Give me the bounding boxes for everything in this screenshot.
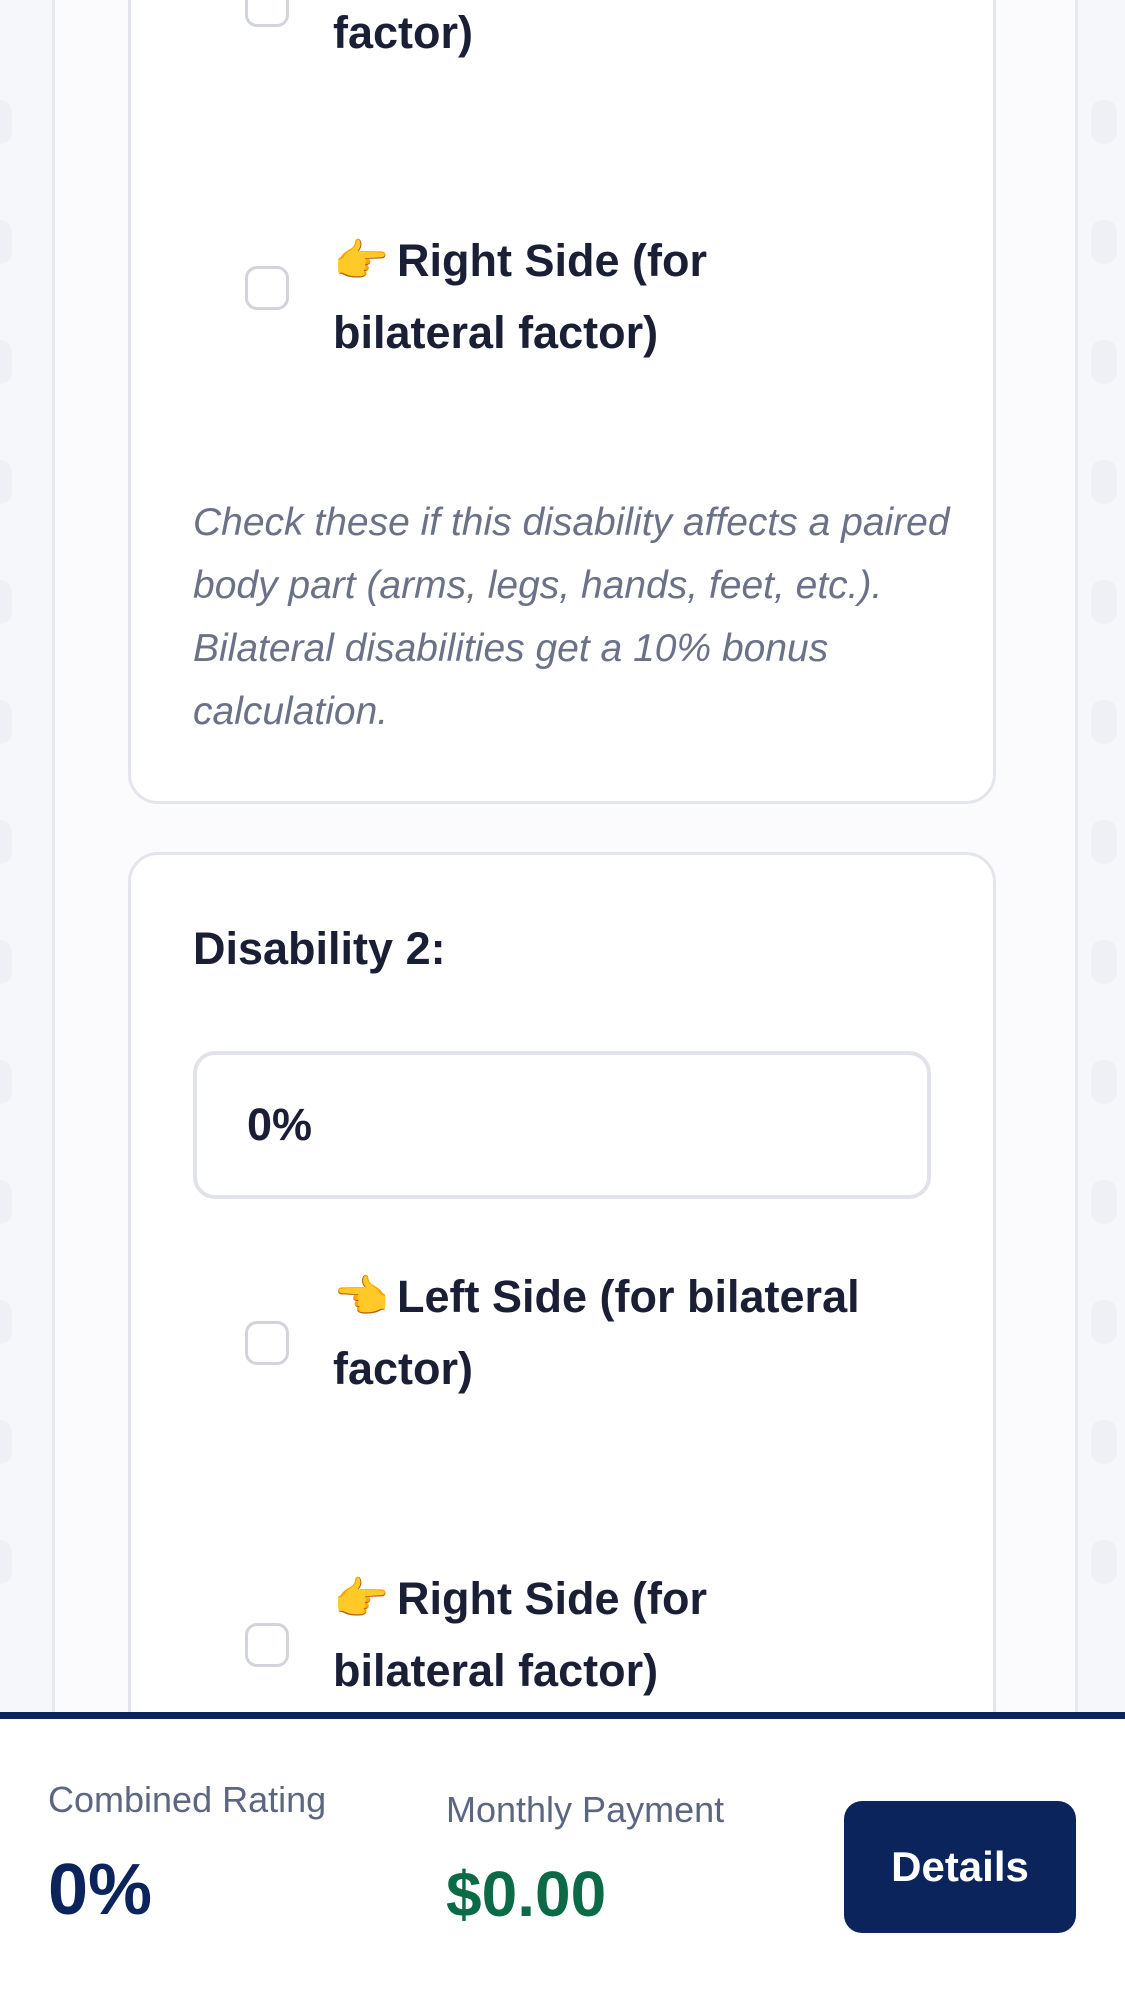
right-side-option-2[interactable]: 👉 Right Side (for bilateral factor) bbox=[245, 1563, 885, 1713]
right-side-option-1[interactable]: 👉 Right Side (for bilateral factor) bbox=[245, 225, 885, 375]
summary-bar: Combined Rating 0% Monthly Payment $0.00… bbox=[0, 1712, 1125, 2001]
right-side-label-2: 👉 Right Side (for bilateral factor) bbox=[333, 1563, 885, 1707]
pointing-right-icon: 👉 bbox=[333, 234, 390, 287]
disability-card-2: Disability 2: 0% 👈 Left Side (for bilater… bbox=[128, 852, 996, 1852]
pointing-left-icon: 👈 bbox=[333, 1270, 390, 1323]
monthly-payment-value: $0.00 bbox=[446, 1858, 607, 1930]
left-side-label-2: 👈 Left Side (for bilateral factor) bbox=[333, 1261, 885, 1405]
disability-2-title: Disability 2: bbox=[193, 923, 446, 974]
left-side-option-2[interactable]: 👈 Left Side (for bilateral factor) bbox=[245, 1261, 885, 1411]
combined-rating-value: 0% bbox=[48, 1850, 153, 1930]
left-side-checkbox-1[interactable] bbox=[245, 0, 289, 27]
right-side-checkbox-2[interactable] bbox=[245, 1623, 289, 1667]
left-side-option-1[interactable]: factor) bbox=[245, 0, 885, 73]
right-side-label-1: 👉 Right Side (for bilateral factor) bbox=[333, 225, 885, 369]
monthly-payment-label: Monthly Payment bbox=[446, 1789, 725, 1830]
left-edge-decoration bbox=[0, 0, 60, 1720]
right-side-checkbox-1[interactable] bbox=[245, 266, 289, 310]
left-side-checkbox-2[interactable] bbox=[245, 1321, 289, 1365]
combined-rating-label: Combined Rating bbox=[48, 1779, 327, 1820]
left-side-text-2: Left Side (for bilateral factor) bbox=[333, 1271, 860, 1394]
right-side-text-1: Right Side (for bilateral factor) bbox=[333, 235, 707, 358]
left-side-label-1: factor) bbox=[333, 7, 474, 58]
pointing-right-icon: 👉 bbox=[333, 1572, 390, 1625]
details-button[interactable]: Details bbox=[844, 1801, 1076, 1933]
right-side-text-2: Right Side (for bilateral factor) bbox=[333, 1573, 707, 1696]
bilateral-help-text: Check these if this disability affects a… bbox=[193, 501, 950, 733]
disability-card-1: factor) 👉 Right Side (for bilateral facto… bbox=[128, 0, 996, 804]
disability-2-rating-select[interactable]: 0% bbox=[193, 1051, 931, 1199]
